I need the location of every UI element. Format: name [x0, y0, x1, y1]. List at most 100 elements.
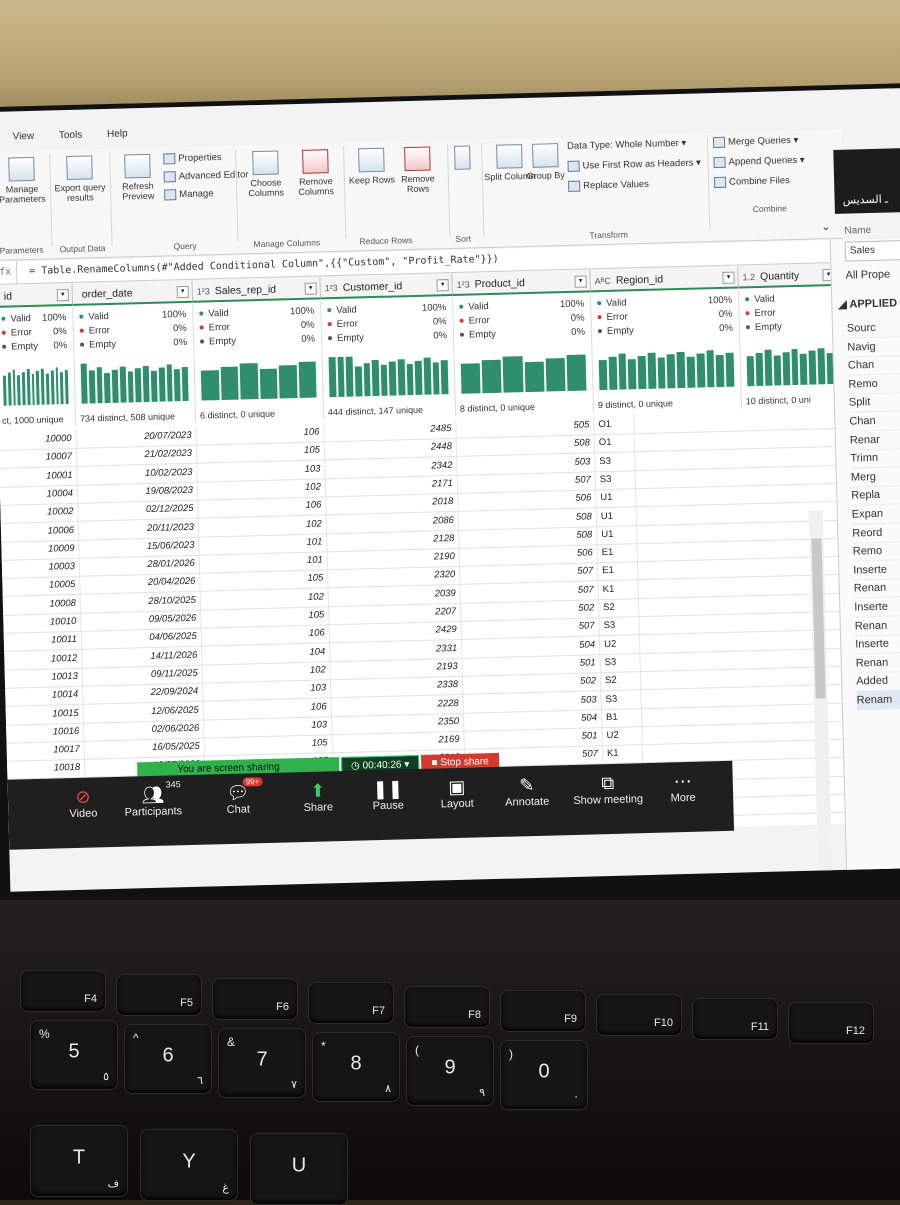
distribution-bar[interactable]: [143, 366, 150, 403]
menu-view[interactable]: View: [13, 131, 35, 143]
digit-key[interactable]: *8٨: [312, 1032, 400, 1102]
distribution-bar[interactable]: [46, 373, 50, 404]
refresh-preview-button[interactable]: Refresh Preview: [111, 153, 164, 201]
table-cell[interactable]: O1: [594, 415, 634, 434]
distribution-bar[interactable]: [424, 358, 432, 395]
applied-step-item[interactable]: Navig: [847, 336, 900, 357]
table-cell[interactable]: 10014: [5, 686, 83, 706]
table-cell[interactable]: S3: [596, 470, 636, 489]
applied-step-item[interactable]: Chan: [849, 410, 900, 431]
column-header[interactable]: 1.2Quantity▾: [738, 264, 839, 289]
table-cell[interactable]: [752, 776, 852, 797]
distribution-bar[interactable]: [96, 368, 103, 404]
table-cell[interactable]: 10008: [3, 594, 81, 614]
distribution-bar[interactable]: [599, 360, 608, 390]
query-name-input[interactable]: Sales: [845, 239, 900, 261]
table-cell[interactable]: 10012: [4, 649, 82, 669]
remove-rows-button[interactable]: Remove Rows: [391, 146, 444, 194]
table-cell[interactable]: [745, 520, 845, 541]
applied-step-item[interactable]: Merg: [851, 466, 900, 487]
distribution-bar[interactable]: [279, 365, 297, 399]
data-type-icon[interactable]: 1²3: [197, 286, 210, 296]
distribution-bar[interactable]: [22, 372, 26, 405]
distribution-bar[interactable]: [441, 360, 449, 395]
digit-key[interactable]: ^6٦: [124, 1024, 212, 1094]
table-cell[interactable]: B1: [602, 708, 642, 727]
applied-step-item[interactable]: Expan: [852, 503, 900, 524]
table-cell[interactable]: 10010: [3, 613, 81, 633]
table-cell[interactable]: [746, 574, 846, 595]
function-key[interactable]: F6: [212, 978, 298, 1020]
digit-key[interactable]: %5٥: [30, 1020, 118, 1090]
export-query-results-button[interactable]: Export query results: [53, 155, 106, 203]
data-type-icon[interactable]: 1.2: [742, 272, 755, 282]
letter-key[interactable]: Yغ: [140, 1129, 238, 1201]
distribution-bar[interactable]: [51, 370, 55, 404]
distribution-bar[interactable]: [32, 374, 36, 405]
distribution-bar[interactable]: [432, 363, 439, 395]
function-key[interactable]: F7: [308, 982, 394, 1024]
distribution-bar[interactable]: [706, 350, 715, 387]
applied-step-item[interactable]: Reord: [852, 522, 900, 543]
menu-tools[interactable]: Tools: [59, 130, 83, 142]
applied-step-item[interactable]: Chan: [848, 354, 900, 375]
distribution-bar[interactable]: [17, 375, 21, 405]
manage-button[interactable]: Manage: [164, 188, 214, 200]
column-filter-icon[interactable]: ▾: [722, 272, 734, 284]
distribution-bar[interactable]: [41, 368, 45, 404]
distribution-bar[interactable]: [372, 360, 380, 396]
table-cell[interactable]: 10000: [0, 430, 77, 450]
applied-step-item[interactable]: Inserte: [855, 633, 900, 654]
table-cell[interactable]: [749, 684, 849, 705]
table-cell[interactable]: [746, 556, 846, 577]
digit-key[interactable]: &7٧: [218, 1028, 306, 1098]
remove-columns-button[interactable]: Remove Columns: [289, 149, 342, 197]
table-cell[interactable]: 10011: [4, 631, 82, 651]
table-cell[interactable]: O1: [595, 434, 635, 453]
distribution-bar[interactable]: [346, 357, 354, 397]
table-cell[interactable]: 10018: [7, 759, 85, 779]
applied-step-item[interactable]: Split: [849, 392, 900, 413]
distribution-bar[interactable]: [337, 357, 345, 397]
distribution-bar[interactable]: [12, 370, 16, 406]
distribution-bar[interactable]: [329, 357, 337, 397]
table-cell[interactable]: 10013: [5, 668, 83, 688]
distribution-bar[interactable]: [482, 360, 502, 393]
applied-step-item[interactable]: Renan: [854, 578, 900, 599]
distribution-bar[interactable]: [60, 373, 64, 405]
distribution-bar[interactable]: [407, 364, 414, 395]
chat-button[interactable]: 💬︎Chat99+: [203, 781, 274, 817]
distribution-bar[interactable]: [618, 354, 627, 390]
applied-step-item[interactable]: Inserte: [853, 559, 900, 580]
distribution-bar[interactable]: [174, 370, 181, 402]
distribution-bar[interactable]: [151, 371, 158, 402]
distribution-bar[interactable]: [657, 358, 666, 389]
distribution-bar[interactable]: [182, 367, 189, 402]
distribution-bar[interactable]: [524, 361, 544, 392]
table-cell[interactable]: S2: [599, 598, 639, 617]
data-type-icon[interactable]: AᴮC: [595, 276, 611, 286]
distribution-bar[interactable]: [747, 356, 755, 386]
distribution-bar[interactable]: [687, 356, 696, 387]
distribution-bar[interactable]: [81, 364, 88, 404]
distribution-bar[interactable]: [415, 361, 423, 395]
distribution-bar[interactable]: [65, 370, 69, 404]
table-cell[interactable]: [747, 593, 847, 614]
distribution-bar[interactable]: [27, 369, 31, 405]
distribution-bar[interactable]: [298, 362, 316, 398]
group-by-button[interactable]: Group By: [525, 143, 566, 181]
replace-values-button[interactable]: Replace Values: [568, 179, 649, 192]
show-meeting-button[interactable]: ⧉Show meeting: [568, 771, 649, 807]
function-key[interactable]: F8: [404, 986, 490, 1028]
append-queries-button[interactable]: Append Queries ▾: [713, 155, 804, 168]
function-key[interactable]: F4: [20, 970, 106, 1012]
applied-step-item[interactable]: Renan: [855, 652, 900, 673]
applied-step-item[interactable]: Remo: [848, 373, 900, 394]
table-cell[interactable]: [749, 666, 849, 687]
table-cell[interactable]: E1: [598, 562, 638, 581]
table-cell[interactable]: K1: [603, 745, 643, 764]
table-cell[interactable]: [745, 538, 845, 559]
table-cell[interactable]: K1: [598, 580, 638, 599]
distribution-bar[interactable]: [773, 355, 781, 386]
table-cell[interactable]: U1: [597, 507, 637, 526]
